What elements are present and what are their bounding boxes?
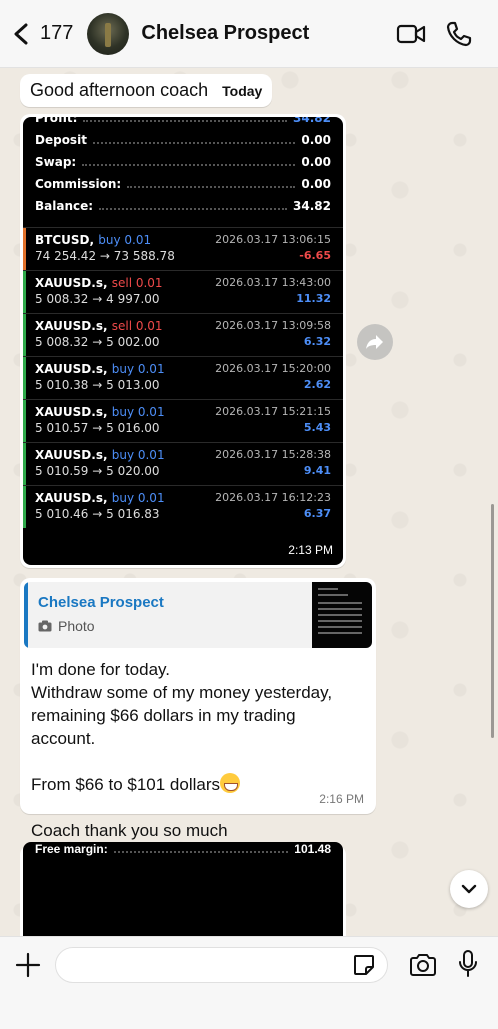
back-chevron-icon: [14, 23, 28, 44]
trade-profit: -6.65: [299, 249, 331, 262]
trade-side: buy 0.01: [98, 233, 152, 247]
trade-symbol: BTCUSD,: [35, 233, 95, 247]
trade-row: XAUUSD.s, buy 0.01 2026.03.17 15:21:15 5 0…: [23, 399, 343, 442]
trade-profit: 6.37: [303, 507, 331, 520]
greeting-message[interactable]: Good afternoon coach Today: [20, 74, 273, 107]
quoted-type: Photo: [38, 618, 95, 634]
phone-icon[interactable]: [444, 21, 474, 47]
message-time: 2:13 PM: [288, 543, 333, 557]
summary-row: Swap: 0.00: [35, 155, 331, 169]
trade-symbol: XAUUSD.s,: [35, 448, 108, 462]
contact-name[interactable]: Chelsea Prospect: [141, 22, 309, 45]
contact-avatar[interactable]: [87, 12, 130, 55]
forward-arrow-icon: [366, 335, 383, 349]
trade-row: XAUUSD.s, buy 0.01 2026.03.17 16:12:23 5 0…: [23, 485, 343, 528]
trade-profit: 11.32: [296, 292, 331, 305]
trade-prices: 74 254.42 → 73 588.78: [35, 249, 175, 263]
screenshot-message[interactable]: Free margin: 101.48: [20, 842, 346, 936]
trade-side: buy 0.01: [111, 448, 165, 462]
chat-header: 177 Chelsea Prospect: [0, 0, 498, 68]
summary-row: Deposit 0.00: [35, 133, 331, 147]
grinning-sweat-emoji: [220, 773, 240, 793]
summary-row-free-margin: Free margin: 101.48: [35, 842, 331, 856]
summary-row: Balance: 34.82: [35, 199, 331, 213]
quoted-sender: Chelsea Prospect: [38, 594, 164, 611]
trade-date: 2026.03.17 13:43:00: [215, 276, 331, 289]
reply-message[interactable]: Chelsea Prospect Photo I'm done for toda…: [20, 578, 376, 840]
trade-profit: 2.62: [303, 378, 331, 391]
trade-date: 2026.03.17 15:28:38: [215, 448, 331, 461]
account-screenshot: Free margin: 101.48: [23, 842, 343, 936]
message-time: 2:16 PM: [319, 792, 364, 806]
trade-prices: 5 010.46 → 5 016.83: [35, 507, 160, 521]
greeting-text: Good afternoon coach: [30, 80, 209, 100]
trade-side: buy 0.01: [111, 491, 165, 505]
trade-history-screenshot: Profit: 34.82 Deposit 0.00 Swap: 0.00 Commis…: [23, 117, 343, 565]
quoted-message[interactable]: Chelsea Prospect Photo: [24, 582, 372, 648]
trade-date: 2026.03.17 15:20:00: [215, 362, 331, 375]
trade-side: buy 0.01: [111, 405, 165, 419]
date-chip: Today: [222, 82, 263, 99]
trade-date: 2026.03.17 16:12:23: [215, 491, 331, 504]
reply-text: I'm done for today. Withdraw some of my …: [31, 660, 333, 840]
back-button[interactable]: 177: [12, 22, 73, 45]
message-input[interactable]: [55, 947, 388, 983]
trade-prices: 5 008.32 → 4 997.00: [35, 292, 160, 306]
trade-symbol: XAUUSD.s,: [35, 319, 108, 333]
forward-button[interactable]: [357, 324, 393, 360]
trade-side: sell 0.01: [111, 276, 163, 290]
trade-prices: 5 010.38 → 5 013.00: [35, 378, 160, 392]
trade-profit: 6.32: [303, 335, 331, 348]
trade-profit: 9.41: [303, 464, 331, 477]
video-call-icon[interactable]: [396, 21, 426, 47]
trade-row: XAUUSD.s, buy 0.01 2026.03.17 15:28:38 5 0…: [23, 442, 343, 485]
trade-date: 2026.03.17 13:09:58: [215, 319, 331, 332]
unread-count: 177: [40, 22, 74, 44]
screenshot-message[interactable]: Profit: 34.82 Deposit 0.00 Swap: 0.00 Commis…: [20, 114, 346, 568]
trade-row: XAUUSD.s, sell 0.01 2026.03.17 13:43:00 5 …: [23, 270, 343, 313]
summary-row-profit: Profit: 34.82: [23, 117, 343, 133]
plus-icon[interactable]: [14, 951, 42, 979]
trade-prices: 5 010.59 → 5 020.00: [35, 464, 160, 478]
trade-symbol: XAUUSD.s,: [35, 276, 108, 290]
trade-side: buy 0.01: [111, 362, 165, 376]
scrollbar[interactable]: [491, 504, 494, 738]
trade-prices: 5 008.32 → 5 002.00: [35, 335, 160, 349]
trade-date: 2026.03.17 15:21:15: [215, 405, 331, 418]
trade-row: XAUUSD.s, sell 0.01 2026.03.17 13:09:58 5 …: [23, 313, 343, 356]
summary-row: Commission: 0.00: [35, 177, 331, 191]
microphone-icon[interactable]: [458, 949, 478, 979]
camera-icon[interactable]: [408, 951, 438, 979]
trade-symbol: XAUUSD.s,: [35, 405, 108, 419]
trade-date: 2026.03.17 13:06:15: [215, 233, 331, 246]
camera-small-icon: [38, 620, 52, 632]
trade-side: sell 0.01: [111, 319, 163, 333]
trade-symbol: XAUUSD.s,: [35, 491, 108, 505]
trade-row: XAUUSD.s, buy 0.01 2026.03.17 15:20:00 5 0…: [23, 356, 343, 399]
message-composer: [0, 936, 498, 1029]
chevron-down-icon: [461, 884, 477, 894]
trade-profit: 5.43: [303, 421, 331, 434]
trade-row: BTCUSD, buy 0.01 2026.03.17 13:06:15 74 25…: [23, 227, 343, 270]
trade-symbol: XAUUSD.s,: [35, 362, 108, 376]
message-list[interactable]: Good afternoon coach Today Profit: 34.82…: [0, 68, 498, 936]
quoted-thumbnail: [312, 582, 372, 648]
scroll-to-bottom-button[interactable]: [450, 870, 488, 908]
sticker-icon[interactable]: [352, 953, 376, 977]
trade-prices: 5 010.57 → 5 016.00: [35, 421, 160, 435]
